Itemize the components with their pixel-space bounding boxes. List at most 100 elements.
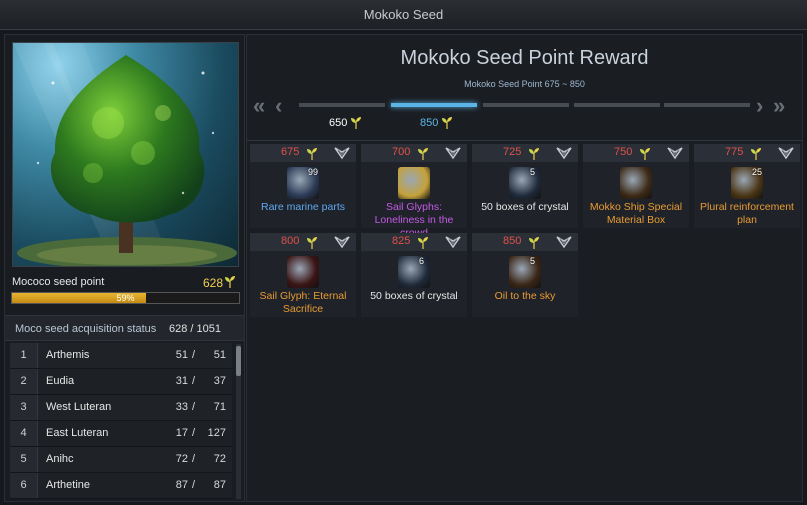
seed-progress-text: 59% bbox=[116, 293, 135, 303]
seed-point-label: Mococo seed point bbox=[12, 276, 105, 288]
acquisition-row[interactable]: 6 Arthetine 87 / 87 bbox=[10, 473, 232, 499]
reward-cost: 775 bbox=[725, 146, 744, 158]
region-total: 51 bbox=[213, 349, 226, 361]
acquisition-total: 628 / 1051 bbox=[169, 323, 221, 335]
reward-cell[interactable]: 850 5 Oil to the sky bbox=[472, 233, 578, 317]
region-collected: 72 bbox=[175, 453, 188, 465]
reward-quantity: 5 bbox=[530, 167, 536, 177]
claim-status-icon bbox=[556, 146, 572, 165]
mokoko-sprout-icon bbox=[417, 147, 429, 160]
region-total: 71 bbox=[213, 401, 226, 413]
acquisition-status-header: Moco seed acquisition status 628 / 1051 bbox=[5, 315, 244, 341]
reward-panel: Mokoko Seed Point Reward Mokoko Seed Poi… bbox=[246, 34, 803, 502]
reward-cost: 850 bbox=[503, 235, 522, 247]
mokoko-sprout-icon bbox=[639, 147, 651, 160]
reward-name: 50 boxes of crystal bbox=[481, 201, 569, 213]
tier-value: 850 bbox=[420, 117, 439, 129]
acquisition-scrollbar[interactable] bbox=[236, 344, 241, 499]
chest-icon[interactable] bbox=[620, 167, 652, 199]
mokoko-sprout-icon bbox=[528, 147, 540, 160]
first-page-icon[interactable]: « bbox=[253, 93, 265, 119]
reward-cell[interactable]: 725 5 50 boxes of crystal bbox=[472, 144, 578, 228]
seed-progress-bar: 59% bbox=[11, 292, 240, 304]
reward-cell[interactable]: 750 Mokko Ship Special Material Box bbox=[583, 144, 689, 228]
reward-name: Mokko Ship Special Material Box bbox=[589, 201, 683, 226]
tier-label-650: 650 bbox=[329, 117, 362, 130]
reward-name: Sail Glyph: Eternal Sacrifice bbox=[259, 290, 347, 315]
last-page-icon[interactable]: » bbox=[773, 93, 785, 119]
row-number: 2 bbox=[10, 369, 38, 394]
reward-quantity: 25 bbox=[752, 167, 763, 177]
region-separator: / bbox=[192, 375, 196, 387]
region-total: 72 bbox=[213, 453, 226, 465]
claim-status-icon bbox=[334, 146, 350, 165]
crystal-box-icon[interactable] bbox=[509, 167, 541, 199]
eternal-glyph-icon[interactable] bbox=[287, 256, 319, 288]
reward-cost: 700 bbox=[392, 146, 411, 158]
acquisition-row[interactable]: 1 Arthemis 51 / 51 bbox=[10, 343, 232, 369]
reward-cell[interactable]: 700Sail Glyphs: Loneliness in the crowd bbox=[361, 144, 467, 239]
row-number: 3 bbox=[10, 395, 38, 420]
region-separator: / bbox=[192, 427, 196, 439]
reward-cost: 675 bbox=[281, 146, 300, 158]
reward-cell[interactable]: 800 Sail Glyph: Eternal Sacrifice bbox=[250, 233, 356, 317]
claim-status-icon bbox=[667, 146, 683, 165]
region-total: 37 bbox=[213, 375, 226, 387]
tier-segment-4[interactable] bbox=[574, 103, 660, 107]
next-page-icon[interactable]: › bbox=[756, 93, 763, 119]
reward-cell[interactable]: 775 25 Plural reinforcement plan bbox=[694, 144, 800, 228]
mokoko-sprout-icon bbox=[350, 117, 362, 130]
region-separator: / bbox=[192, 453, 196, 465]
region-collected: 51 bbox=[175, 349, 188, 361]
prev-page-icon[interactable]: ‹ bbox=[275, 93, 282, 119]
region-collected: 87 bbox=[175, 479, 188, 491]
tier-segment-2[interactable] bbox=[391, 103, 477, 107]
acquisition-row[interactable]: 2 Eudia 31 / 37 bbox=[10, 369, 232, 395]
acquisition-list: 1 Arthemis 51 / 51 2 Eudia 31 / 37 3 West Luteran 33… bbox=[10, 343, 232, 499]
glyph-icon[interactable] bbox=[398, 167, 430, 199]
acquisition-row[interactable]: 3 West Luteran 33 / 71 bbox=[10, 395, 232, 421]
tier-segment-5[interactable] bbox=[664, 103, 750, 107]
reward-cost: 750 bbox=[614, 146, 633, 158]
reward-cost: 825 bbox=[392, 235, 411, 247]
claim-status-icon bbox=[445, 146, 461, 165]
claim-status-icon bbox=[334, 235, 350, 254]
reward-cell[interactable]: 825 6 50 boxes of crystal bbox=[361, 233, 467, 317]
reward-cost: 725 bbox=[503, 146, 522, 158]
region-collected: 31 bbox=[175, 375, 188, 387]
seed-point-value: 628 bbox=[202, 276, 223, 290]
row-number: 1 bbox=[10, 343, 38, 368]
acquisition-row[interactable]: 5 Anihc 72 / 72 bbox=[10, 447, 232, 473]
region-name: East Luteran bbox=[46, 427, 109, 439]
reward-subtitle: Mokoko Seed Point 675 ~ 850 bbox=[464, 79, 585, 89]
oil-flask-icon[interactable] bbox=[509, 256, 541, 288]
region-total: 127 bbox=[207, 427, 226, 439]
region-separator: / bbox=[192, 401, 196, 413]
region-total: 87 bbox=[213, 479, 226, 491]
region-separator: / bbox=[192, 349, 196, 361]
reward-quantity: 99 bbox=[308, 167, 319, 177]
scrollbar-thumb[interactable] bbox=[236, 346, 241, 376]
region-name: West Luteran bbox=[46, 401, 112, 413]
reward-title: Mokoko Seed Point Reward bbox=[400, 47, 649, 69]
mokoko-sprout-icon bbox=[750, 147, 762, 160]
mokoko-sprout-icon bbox=[306, 147, 318, 160]
region-collected: 33 bbox=[175, 401, 188, 413]
reward-cell[interactable]: 675 99 Rare marine parts bbox=[250, 144, 356, 228]
claim-status-icon bbox=[778, 146, 794, 165]
tier-segment-3[interactable] bbox=[483, 103, 569, 107]
reward-name: 50 boxes of crystal bbox=[370, 290, 458, 302]
region-name: Eudia bbox=[46, 375, 75, 387]
mokoko-tree-illustration bbox=[12, 42, 239, 267]
tier-segment-1[interactable] bbox=[299, 103, 385, 107]
crystal-box-icon[interactable] bbox=[398, 256, 430, 288]
reward-divider bbox=[247, 140, 802, 141]
window-title: Mokoko Seed bbox=[0, 0, 807, 30]
claim-status-icon bbox=[445, 235, 461, 254]
tier-label-850: 850 bbox=[420, 117, 453, 130]
reward-name: Rare marine parts bbox=[260, 201, 346, 213]
reward-name: Oil to the sky bbox=[494, 290, 556, 302]
acquisition-row[interactable]: 4 East Luteran 17 / 127 bbox=[10, 421, 232, 447]
acquisition-status-title: Moco seed acquisition status bbox=[15, 323, 157, 335]
mokoko-sprout-icon bbox=[417, 236, 429, 249]
